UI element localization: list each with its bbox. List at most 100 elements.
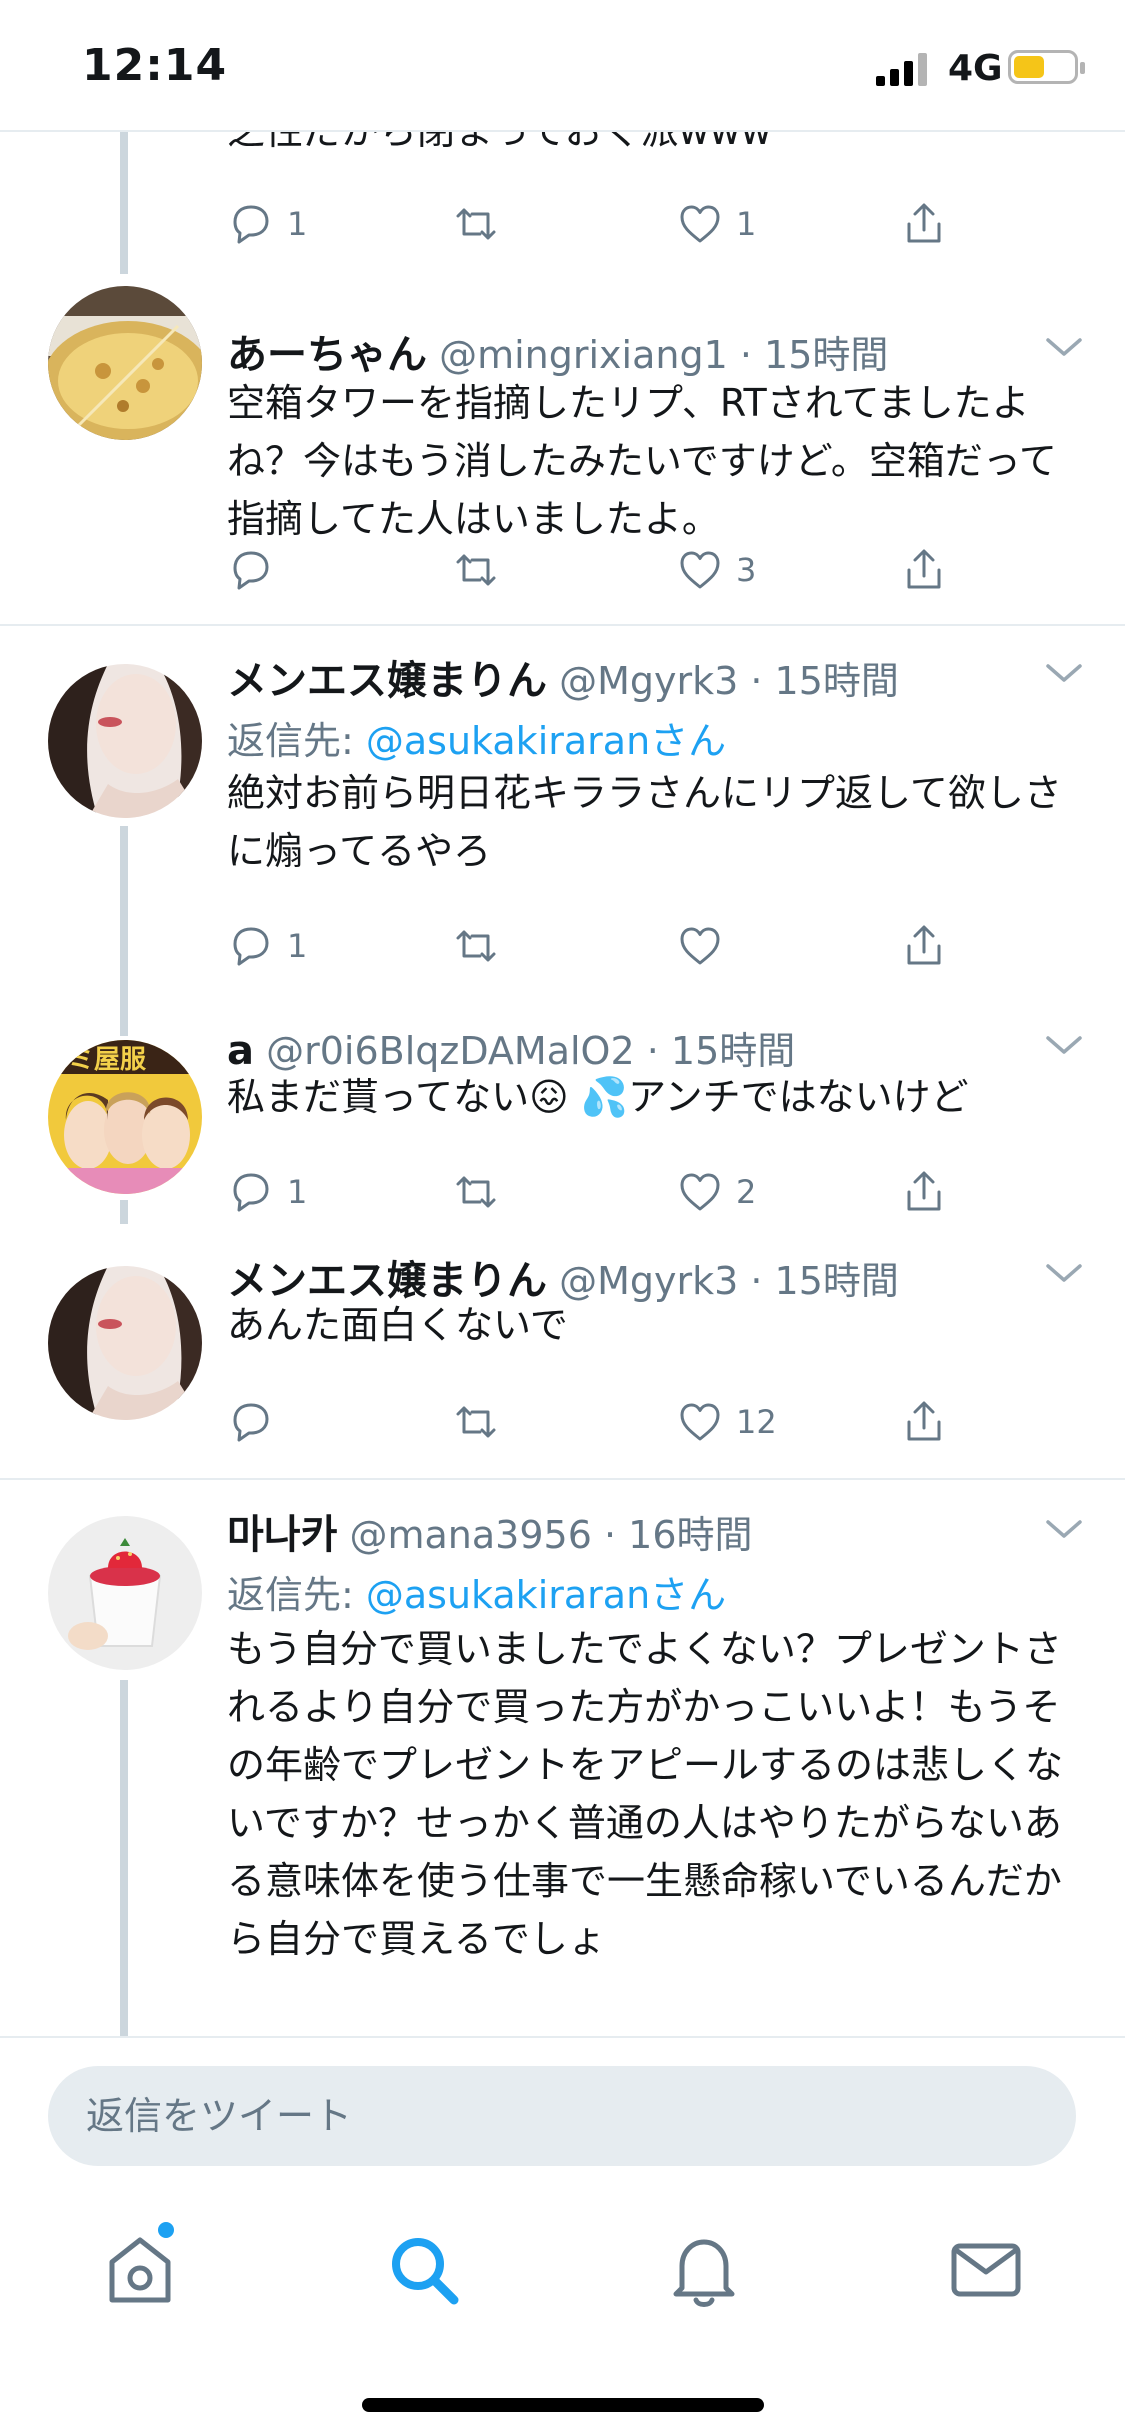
status-time: 12:14 [82, 40, 228, 91]
reply-count: 1 [287, 205, 308, 243]
messages-icon [951, 2243, 1021, 2297]
display-name[interactable]: メンエス嬢まりん [227, 658, 547, 704]
reply-button[interactable] [227, 540, 287, 600]
tweet-time: · 15時間 [750, 659, 899, 703]
pizza-avatar-image [48, 286, 202, 440]
reply-feed[interactable]: 之性だから閉まっておく派www 1 1 あーちゃん @mingrixiang1 … [0, 132, 1125, 2036]
like-button[interactable]: 12 [676, 1392, 777, 1452]
chevron-down-icon[interactable] [1045, 662, 1083, 686]
share-icon [907, 549, 941, 589]
tweet-item[interactable]: ミ屋服 a @r0i6BlqzDAMalO2 · 15時間 私まだ貰ってない😖 … [0, 1000, 1125, 1224]
user-handle[interactable]: @mana3956 [350, 1513, 592, 1557]
chevron-down-icon[interactable] [1045, 1518, 1083, 1542]
like-button[interactable]: 3 [676, 540, 756, 600]
retweet-icon [456, 1406, 496, 1438]
retweet-icon [456, 930, 496, 962]
reply-button[interactable]: 1 [227, 194, 307, 254]
tweet-body: 空箱タワーを指摘したリプ、RTされてましたよね？今はもう消したみたいですけど。空… [227, 381, 1057, 541]
retweet-button[interactable] [452, 194, 500, 254]
reply-button[interactable]: 1 [227, 1162, 307, 1222]
chevron-down-icon[interactable] [1045, 336, 1083, 360]
heart-icon [680, 927, 720, 965]
reply-composer: 返信をツイート [0, 2036, 1125, 2180]
share-icon [907, 925, 941, 965]
notifications-icon [673, 2239, 735, 2307]
tweet-header: あーちゃん @mingrixiang1 · 15時間 [227, 322, 888, 380]
user-handle[interactable]: @mingrixiang1 [439, 333, 728, 377]
tab-search[interactable] [382, 2228, 466, 2312]
share-icon [907, 1171, 941, 1211]
reply-icon [233, 1403, 269, 1442]
reply-count: 1 [287, 1173, 308, 1211]
chevron-down-icon[interactable] [1045, 1034, 1083, 1058]
like-count: 12 [736, 1403, 777, 1441]
display-name[interactable]: あーちゃん [227, 332, 427, 378]
portrait-avatar-image [48, 664, 202, 818]
reply-mention-link[interactable]: @asukakiraranさん [366, 1573, 726, 1617]
share-button[interactable] [900, 1162, 948, 1222]
retweet-button[interactable] [452, 916, 500, 976]
tweet-body: 私まだ貰ってない😖 💦アンチではないけど [227, 1075, 969, 1119]
share-icon [907, 1401, 941, 1441]
reply-mention-link[interactable]: @asukakiraranさん [366, 719, 726, 763]
retweet-icon [456, 554, 496, 586]
thread-line [120, 1680, 128, 2036]
notification-dot [158, 2222, 174, 2238]
user-handle[interactable]: @Mgyrk3 [559, 659, 738, 703]
tweet-time: · 16時間 [603, 1513, 753, 1557]
svg-text:ミ屋服: ミ屋服 [68, 1045, 147, 1075]
chevron-down-icon[interactable] [1045, 1262, 1083, 1286]
tweet-body: 絶対お前ら明日花キララさんにリプ返して欲しさに煽ってるやろ [227, 771, 1062, 873]
home-icon [109, 2237, 171, 2303]
tweet-body: 之性だから閉まっておく派www [227, 132, 1077, 160]
status-bar: 12:14 4G [0, 0, 1125, 132]
reply-icon [233, 1173, 269, 1212]
tweet-header: 마나카 @mana3956 · 16時間 [227, 1502, 753, 1560]
like-count: 3 [736, 551, 757, 589]
like-button[interactable] [676, 916, 736, 976]
heart-icon [680, 1403, 720, 1441]
share-button[interactable] [900, 916, 948, 976]
tweet-item[interactable]: メンエス嬢まりん @Mgyrk3 · 15時間 あんた面白くないで 12 [0, 1224, 1125, 1458]
share-icon [907, 203, 941, 243]
tweet-item[interactable]: 마나카 @mana3956 · 16時間 返信先: @asukakiraranさ… [0, 1480, 1125, 2036]
tweet-time: · 15時間 [739, 333, 889, 377]
avatar[interactable] [48, 664, 202, 818]
dessert-avatar-image [48, 1516, 202, 1670]
battery-icon [1008, 50, 1085, 84]
avatar[interactable] [48, 286, 202, 440]
reply-button[interactable] [227, 1392, 287, 1452]
reply-to-line: 返信先: @asukakiraranさん [227, 710, 726, 765]
signal-icon [876, 53, 927, 86]
retweet-button[interactable] [452, 1392, 500, 1452]
user-handle[interactable]: @r0i6BlqzDAMalO2 [266, 1029, 635, 1073]
tweet-header: a @r0i6BlqzDAMalO2 · 15時間 [227, 1020, 795, 1075]
tweet-item[interactable]: 之性だから閉まっておく派www 1 1 [0, 132, 1125, 274]
reply-to-line: 返信先: @asukakiraranさん [227, 1564, 726, 1619]
network-type: 4G [948, 48, 1003, 89]
share-button[interactable] [900, 194, 948, 254]
like-button[interactable]: 1 [676, 194, 756, 254]
tweet-header: メンエス嬢まりん @Mgyrk3 · 15時間 [227, 648, 899, 706]
tweet-item[interactable]: あーちゃん @mingrixiang1 · 15時間 空箱タワーを指摘したリプ、… [0, 274, 1125, 616]
share-button[interactable] [900, 540, 948, 600]
reply-button[interactable]: 1 [227, 916, 307, 976]
like-count: 1 [736, 205, 757, 243]
retweet-button[interactable] [452, 540, 500, 600]
search-icon [392, 2238, 459, 2305]
tab-home[interactable] [98, 2228, 182, 2312]
heart-icon [680, 1173, 720, 1211]
tab-messages[interactable] [944, 2228, 1028, 2312]
like-count: 2 [736, 1173, 757, 1211]
reply-count: 1 [287, 927, 308, 965]
like-button[interactable]: 2 [676, 1162, 756, 1222]
tab-notifications[interactable] [662, 2228, 746, 2312]
retweet-button[interactable] [452, 1162, 500, 1222]
reply-icon [233, 927, 269, 966]
tweet-item[interactable]: メンエス嬢まりん @Mgyrk3 · 15時間 返信先: @asukakirar… [0, 626, 1125, 1000]
share-button[interactable] [900, 1392, 948, 1452]
home-indicator[interactable] [362, 2398, 764, 2412]
display-name[interactable]: 마나카 [227, 1512, 337, 1558]
avatar[interactable] [48, 1516, 202, 1670]
reply-input[interactable]: 返信をツイート [48, 2066, 1076, 2166]
